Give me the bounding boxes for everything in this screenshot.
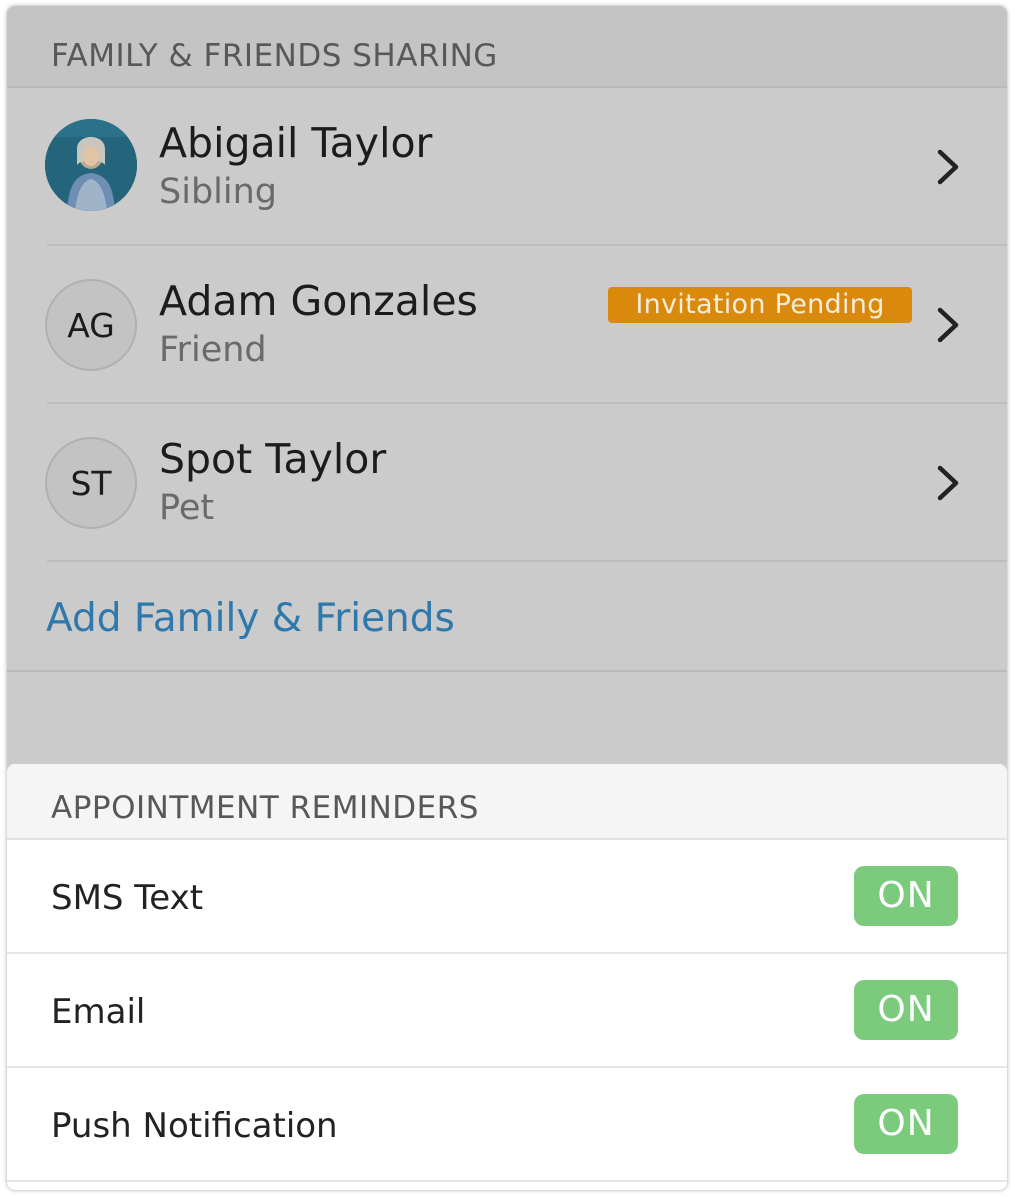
email-toggle[interactable]: ON bbox=[854, 980, 958, 1040]
member-name: Adam Gonzales bbox=[159, 277, 478, 325]
section-divider bbox=[7, 670, 1007, 672]
setting-label: SMS Text bbox=[51, 878, 204, 918]
avatar-initials: AG bbox=[45, 279, 137, 371]
row-divider bbox=[47, 560, 1007, 562]
appointment-reminders-header: APPOINTMENT REMINDERS bbox=[7, 764, 1007, 840]
chevron-right-icon[interactable] bbox=[933, 147, 963, 187]
family-sharing-header: FAMILY & FRIENDS SHARING bbox=[7, 6, 1007, 88]
setting-row-sms-text: SMS Text ON bbox=[7, 840, 1007, 954]
appointment-reminders-title: APPOINTMENT REMINDERS bbox=[51, 790, 479, 826]
app-frame: FAMILY & FRIENDS SHARING Abigail Taylor … bbox=[7, 6, 1007, 1190]
member-relation: Sibling bbox=[159, 172, 278, 212]
setting-label: Email bbox=[51, 992, 146, 1032]
push-notification-toggle[interactable]: ON bbox=[854, 1094, 958, 1154]
setting-label: Push Notification bbox=[51, 1106, 338, 1146]
member-relation: Pet bbox=[159, 488, 215, 528]
setting-row-email: Email ON bbox=[7, 954, 1007, 1068]
member-row-spot-taylor[interactable]: ST bbox=[7, 404, 1007, 562]
setting-row-push-notification: Push Notification ON bbox=[7, 1068, 1007, 1182]
sms-text-toggle[interactable]: ON bbox=[854, 866, 958, 926]
row-divider bbox=[7, 1180, 1007, 1182]
profile-photo-icon bbox=[45, 119, 137, 211]
member-row-adam-gonzales[interactable]: AG bbox=[7, 246, 1007, 404]
appointment-reminders-sheet: APPOINTMENT REMINDERS SMS Text ON Email … bbox=[7, 764, 1007, 1190]
member-name: Spot Taylor bbox=[159, 435, 387, 483]
invitation-pending-badge: Invitation Pending bbox=[608, 287, 912, 323]
avatar bbox=[45, 119, 137, 211]
member-row-abigail-taylor[interactable] bbox=[7, 88, 1007, 246]
chevron-right-icon[interactable] bbox=[933, 463, 963, 503]
chevron-right-icon[interactable] bbox=[933, 305, 963, 345]
family-sharing-title: FAMILY & FRIENDS SHARING bbox=[51, 38, 498, 74]
member-relation: Friend bbox=[159, 330, 267, 370]
add-family-friends-link[interactable]: Add Family & Friends bbox=[46, 596, 455, 641]
member-name: Abigail Taylor bbox=[159, 119, 433, 167]
avatar-initials: ST bbox=[45, 437, 137, 529]
family-sharing-section: FAMILY & FRIENDS SHARING Abigail Taylor … bbox=[7, 6, 1007, 764]
